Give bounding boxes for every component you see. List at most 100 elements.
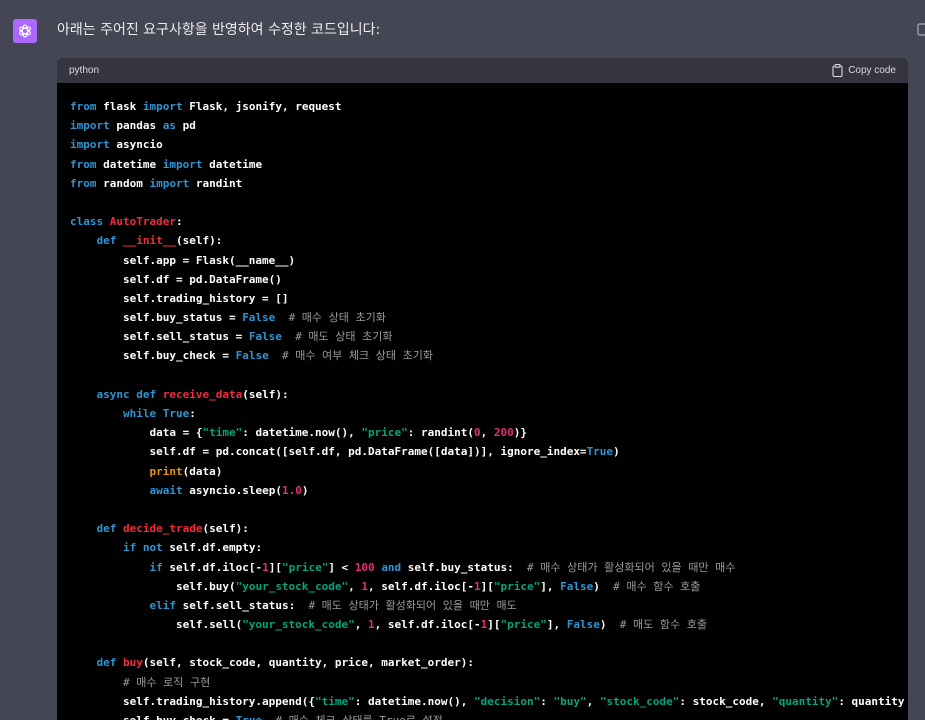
- clipboard-icon: [832, 64, 843, 77]
- code-token: self.sell(: [70, 618, 243, 632]
- code-token: def: [96, 522, 117, 536]
- code-token: self.df.empty:: [162, 541, 263, 555]
- code-token: , self.df.iloc[-: [368, 579, 475, 593]
- code-line: self.df = pd.concat([self.df, pd.DataFra…: [70, 442, 908, 461]
- code-line: import pandas as pd: [70, 116, 908, 135]
- code-token: "price": [500, 618, 547, 632]
- code-token: decide_trade: [123, 522, 203, 536]
- code-token: # 매도 함수 호출: [619, 618, 707, 632]
- code-token: : datetime.now(),: [354, 694, 475, 708]
- code-token: import: [162, 157, 203, 171]
- code-token: if: [149, 560, 163, 574]
- copy-code-label: Copy code: [848, 65, 896, 76]
- code-token: if: [122, 541, 137, 555]
- code-token: import: [70, 138, 110, 152]
- code-token: async: [96, 387, 130, 401]
- code-token: ): [301, 483, 309, 497]
- code-token: True: [236, 714, 263, 720]
- code-token: print: [149, 464, 183, 478]
- chat-page: 아래는 주어진 요구사항을 반영하여 수정한 코드입니다: python Cop…: [0, 0, 925, 720]
- code-line: from flask import Flask, jsonify, reques…: [70, 97, 908, 116]
- code-token: Flask, jsonify, request: [182, 100, 342, 113]
- code-token: def: [96, 656, 117, 670]
- code-token: ],: [540, 579, 561, 593]
- code-token: : datetime.now(),: [242, 426, 362, 440]
- code-token: # 매도 상태 초기화: [295, 330, 393, 344]
- code-line: while True:: [70, 404, 908, 423]
- code-token: "stock_code": [599, 694, 680, 708]
- code-token: "your_stock_code": [235, 579, 349, 593]
- code-block: python Copy code from flask import Flask…: [57, 58, 908, 720]
- code-line: self.buy("your_stock_code", 1, self.df.i…: [70, 577, 908, 596]
- code-token: :: [175, 215, 183, 229]
- code-line: import asyncio: [70, 135, 908, 154]
- code-token: 1.0: [281, 483, 302, 497]
- code-token: random: [96, 176, 150, 190]
- code-token: flask: [96, 100, 143, 113]
- code-token: import: [142, 100, 183, 113]
- copy-message-icon[interactable]: [917, 22, 925, 36]
- code-token: self.buy_status =: [70, 311, 243, 325]
- code-block-header: python Copy code: [57, 58, 908, 83]
- code-token: : quantity: [838, 694, 905, 708]
- code-token: (self):: [202, 522, 249, 536]
- code-token: ][: [480, 579, 494, 593]
- code-token: "time": [315, 694, 355, 708]
- code-token: : stock_code,: [679, 694, 773, 708]
- code-token: self.df = pd.DataFrame(): [70, 272, 282, 286]
- code-token: def: [96, 234, 117, 248]
- code-token: # 매수 상태 초기화: [288, 311, 386, 325]
- code-token: True: [586, 445, 614, 459]
- code-token: self.buy_status:: [401, 560, 528, 574]
- code-token: AutoTrader: [109, 215, 176, 229]
- code-line: def __init__(self):: [70, 231, 908, 250]
- assistant-avatar: [13, 19, 37, 43]
- code-token: False: [560, 579, 594, 593]
- code-token: # 매수 함수 호출: [613, 579, 701, 593]
- code-token: )}: [513, 426, 528, 440]
- code-token: # 매수 여부 체크 상태 초기화: [281, 349, 434, 363]
- code-line: if not self.df.empty:: [70, 538, 908, 557]
- code-token: (self):: [175, 234, 223, 248]
- code-line: self.df = pd.DataFrame(): [70, 270, 908, 289]
- code-token: self.buy(: [70, 579, 236, 593]
- code-token: ): [613, 445, 620, 459]
- copy-code-button[interactable]: Copy code: [832, 64, 896, 77]
- code-token: :: [540, 694, 554, 708]
- code-token: datetime: [96, 157, 163, 171]
- code-line: data = {"time": datetime.now(), "price":…: [70, 423, 908, 442]
- code-token: "price": [361, 426, 408, 440]
- code-token: self.trading_history.append({: [70, 694, 316, 708]
- code-token: __init__: [123, 234, 176, 248]
- code-token: datetime: [202, 157, 263, 171]
- code-line: if self.df.iloc[-1]["price"] < 100 and s…: [70, 558, 908, 577]
- code-token: "price": [281, 560, 329, 574]
- code-token: False: [235, 349, 269, 363]
- code-token: self.sell_status:: [175, 598, 309, 612]
- code-line: from datetime import datetime: [70, 155, 908, 174]
- code-token: self.app = Flask(__name__): [70, 253, 296, 267]
- code-line: # 매수 로직 구현: [70, 673, 908, 692]
- code-token: "time": [202, 426, 243, 440]
- code-token: 1: [368, 618, 375, 632]
- code-line: async def receive_data(self):: [70, 385, 908, 404]
- code-line: await asyncio.sleep(1.0): [70, 481, 908, 500]
- openai-logo-icon: [19, 24, 31, 38]
- code-token: ,: [480, 426, 494, 440]
- code-token: : randint(: [407, 426, 475, 440]
- code-token: # 매도 상태가 활성화되어 있을 때만 매도: [308, 598, 517, 612]
